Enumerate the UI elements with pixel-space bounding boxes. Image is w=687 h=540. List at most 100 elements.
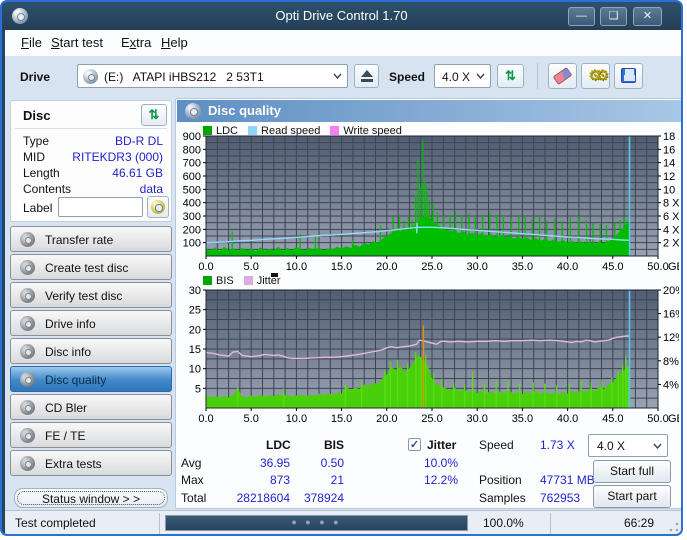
svg-text:300: 300	[183, 211, 201, 223]
ldc-max: 873	[269, 473, 290, 487]
svg-text:100: 100	[183, 238, 201, 250]
sidebar-item-create-test-disc[interactable]: Create test disc	[10, 254, 172, 280]
status-window-button[interactable]: Status window > >	[14, 488, 168, 508]
svg-text:600: 600	[183, 171, 201, 183]
svg-text:45.0: 45.0	[602, 413, 623, 425]
stat-row-label: Total	[181, 491, 207, 505]
svg-text:25: 25	[189, 305, 201, 317]
status-bar: Test completed ● ● ● ● 100.0% 66:29	[5, 510, 681, 534]
speed-select[interactable]: 4.0 X	[434, 64, 491, 88]
speed-stat-value: 1.73 X	[540, 438, 575, 452]
disc-icon	[20, 400, 35, 415]
menu-start-test[interactable]: Start test	[51, 35, 103, 50]
svg-text:30.0: 30.0	[466, 413, 487, 425]
svg-text:20: 20	[189, 324, 201, 336]
svg-text:5.0: 5.0	[244, 261, 259, 273]
svg-text:25.0: 25.0	[421, 413, 442, 425]
toolbar: Drive (E:) ATAPI iHBS212 2 53T1 Speed 4.…	[5, 56, 681, 97]
drive-select[interactable]: (E:) ATAPI iHBS212 2 53T1	[77, 64, 348, 88]
ldc-read-speed-chart: 100 200300400 500600700 800900 2 X 4 X6 X8 X 1…	[183, 131, 679, 273]
svg-text:40.0: 40.0	[557, 413, 578, 425]
panel-header: Disc quality	[177, 100, 681, 122]
sidebar-item-transfer-rate[interactable]: Transfer rate	[10, 226, 172, 252]
save-icon	[621, 68, 636, 83]
svg-text:12%: 12%	[663, 332, 679, 344]
svg-text:40.0: 40.0	[557, 261, 578, 273]
progress-bar: ● ● ● ●	[165, 515, 468, 531]
jitter-column-header: Jitter	[427, 438, 457, 452]
disc-quality-icon	[185, 103, 201, 119]
speed-select-value: 4.0 X	[442, 70, 471, 84]
disc-quality-panel: Disc quality LDC Read speed Write speed 10…	[175, 98, 681, 509]
test-speed-select[interactable]: 4.0 X	[588, 434, 668, 457]
panel-divider	[15, 128, 167, 129]
chevron-down-icon	[653, 443, 662, 449]
app-window: Opti Drive Control 1.70 — ❑ ✕ File Start …	[0, 0, 683, 536]
chevron-down-icon	[333, 73, 342, 79]
svg-text:15: 15	[189, 344, 201, 356]
refresh-icon: ⇅	[505, 68, 516, 83]
maximize-button[interactable]: ❑	[600, 7, 627, 26]
sidebar-item-verify-test-disc[interactable]: Verify test disc	[10, 282, 172, 308]
resize-grip[interactable]	[669, 522, 679, 532]
bis-jitter-chart: 5 10 15 20 25 30 4% 8% 12% 16% 20% 0.0 5.0 10.0 15.0 20…	[189, 285, 679, 425]
start-full-button[interactable]: Start full	[593, 460, 671, 483]
bis-avg: 0.50	[320, 456, 344, 470]
svg-text:800: 800	[183, 144, 201, 156]
maximize-icon: ❑	[608, 10, 619, 22]
svg-text:500: 500	[183, 184, 201, 196]
sidebar-item-drive-info[interactable]: Drive info	[10, 310, 172, 336]
svg-text:50.0: 50.0	[647, 261, 668, 273]
sidebar-item-fe-te[interactable]: FE / TE	[10, 422, 172, 448]
disc-info-type: Type BD-R DL	[23, 134, 163, 148]
svg-text:35.0: 35.0	[512, 261, 533, 273]
svg-text:30.0: 30.0	[466, 261, 487, 273]
svg-text:45.0: 45.0	[602, 261, 623, 273]
drive-icon	[83, 69, 98, 84]
sidebar-item-disc-quality[interactable]: Disc quality	[10, 366, 172, 392]
status-text: Test completed	[15, 516, 96, 530]
svg-text:2 X: 2 X	[663, 238, 679, 250]
svg-text:4 X: 4 X	[663, 224, 679, 236]
disc-panel-title: Disc	[23, 108, 51, 123]
disc-info-contents: Contents data	[23, 182, 163, 196]
disc-label-button[interactable]	[147, 196, 169, 218]
menu-file[interactable]: File	[21, 35, 42, 50]
refresh-drive-button[interactable]: ⇅	[497, 64, 524, 88]
drive-select-value: (E:) ATAPI iHBS212 2 53T1	[104, 70, 264, 84]
svg-text:20.0: 20.0	[376, 261, 397, 273]
progress-percent: 100.0%	[483, 516, 524, 530]
jitter-checkbox[interactable]: ✓	[408, 438, 421, 451]
eject-button[interactable]	[354, 64, 379, 88]
svg-text:GB: GB	[668, 261, 679, 273]
save-button[interactable]	[614, 63, 643, 89]
svg-text:10.0: 10.0	[286, 413, 307, 425]
svg-text:400: 400	[183, 198, 201, 210]
settings-button[interactable]: ⚙⚙	[581, 63, 610, 89]
disc-info-panel: Disc ⇅ Type BD-R DL MID RITEKDR3 (000) Lengt…	[10, 100, 172, 222]
minimize-button[interactable]: —	[568, 7, 595, 26]
refresh-disc-button[interactable]: ⇅	[141, 104, 167, 126]
sidebar-item-disc-info[interactable]: Disc info	[10, 338, 172, 364]
chevron-down-icon	[476, 73, 485, 79]
sidebar-item-cd-bler[interactable]: CD Bler	[10, 394, 172, 420]
sidebar-item-label: Create test disc	[45, 261, 129, 275]
disc-icon	[20, 260, 35, 275]
close-button[interactable]: ✕	[633, 7, 662, 26]
start-part-button[interactable]: Start part	[593, 485, 671, 508]
menu-extra[interactable]: Extra	[121, 35, 151, 50]
bis-column-header: BIS	[324, 438, 345, 452]
sidebar-item-label: Extra tests	[45, 457, 102, 471]
title-bar: Opti Drive Control 1.70 — ❑ ✕	[2, 2, 681, 30]
label-input[interactable]	[58, 197, 143, 217]
speed-label: Speed	[389, 70, 426, 84]
gears-icon: ⚙⚙	[588, 67, 609, 84]
svg-text:200: 200	[183, 224, 201, 236]
menu-help[interactable]: Help	[161, 35, 188, 50]
sidebar-item-extra-tests[interactable]: Extra tests	[10, 450, 172, 476]
svg-text:GB: GB	[668, 413, 679, 425]
svg-text:10: 10	[189, 364, 201, 376]
checkmark-icon: ✓	[409, 439, 420, 451]
erase-disc-button[interactable]	[548, 63, 577, 89]
panel-title: Disc quality	[208, 103, 281, 118]
